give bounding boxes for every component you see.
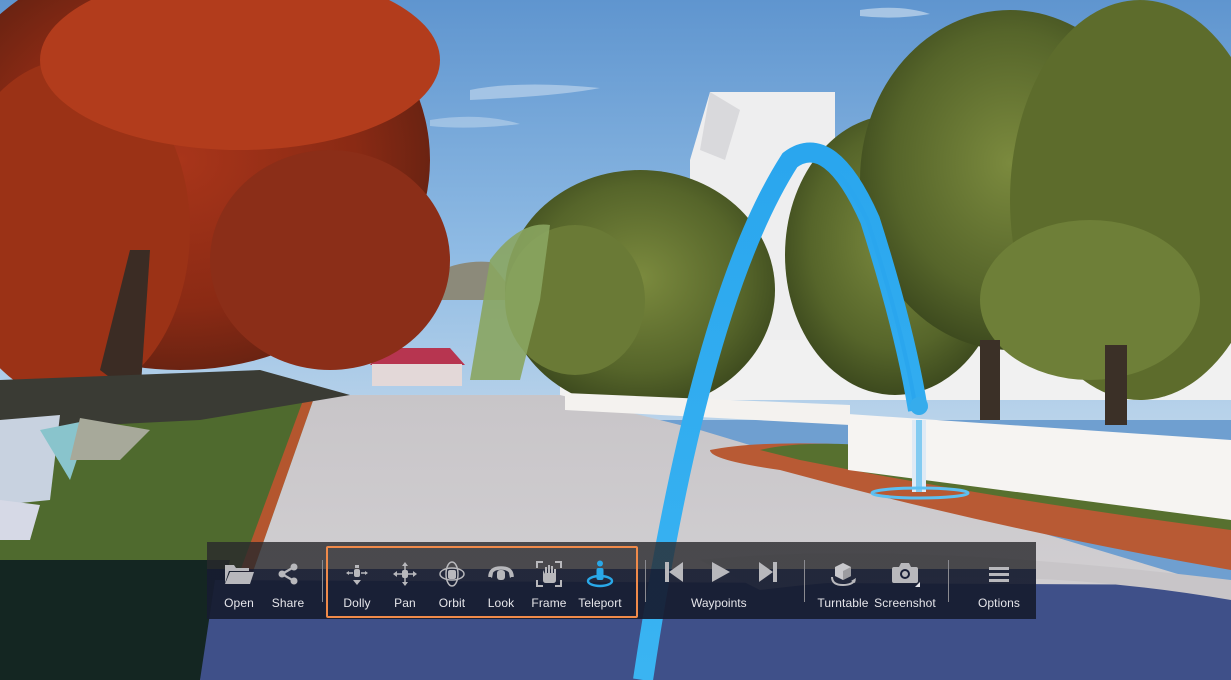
separator [322,560,323,602]
skip-previous-icon [664,561,684,588]
separator [804,560,805,602]
look-button[interactable]: Look [484,542,518,619]
turntable-icon [829,561,857,587]
frame-icon [535,561,563,587]
frame-button[interactable]: Frame [531,542,567,619]
orbit-button[interactable]: Orbit [435,542,469,619]
options-label: Options [977,596,1021,610]
separator [948,560,949,602]
dolly-button[interactable]: Dolly [340,542,374,619]
teleport-button[interactable]: Teleport [577,542,623,619]
teleport-label: Teleport [578,596,622,610]
open-label: Open [224,596,254,610]
share-icon [277,561,299,587]
open-button[interactable]: Open [221,542,257,619]
camera-icon [890,561,920,587]
frame-label: Frame [531,596,567,610]
pan-button[interactable]: Pan [388,542,422,619]
next-waypoint-button[interactable] [757,561,779,587]
play-waypoints-button[interactable] [710,561,732,587]
dolly-icon [344,561,370,587]
folder-icon [223,561,255,587]
3d-viewport[interactable]: Open Share Dolly Pan Orbit Look Frame Te… [0,0,1231,680]
share-label: Share [271,596,305,610]
turntable-label: Turntable [817,596,869,610]
orbit-label: Orbit [438,596,466,610]
turntable-button[interactable]: Turntable [815,542,871,619]
previous-waypoint-button[interactable] [663,561,685,587]
skip-next-icon [758,561,778,588]
toolbar: Open Share Dolly Pan Orbit Look Frame Te… [207,542,1036,619]
share-button[interactable]: Share [268,542,308,619]
separator [645,560,646,602]
screenshot-button[interactable]: Screenshot [873,542,937,619]
menu-icon [988,561,1010,587]
pan-icon [392,561,418,587]
screenshot-label: Screenshot [874,596,936,610]
dolly-label: Dolly [343,596,371,610]
orbit-icon [438,561,466,587]
options-button[interactable]: Options [975,542,1023,619]
play-icon [711,561,731,588]
waypoints-label: Waypoints [691,596,747,610]
look-label: Look [487,596,515,610]
teleport-icon [585,560,615,588]
look-icon [487,561,515,587]
pan-label: Pan [394,596,416,610]
